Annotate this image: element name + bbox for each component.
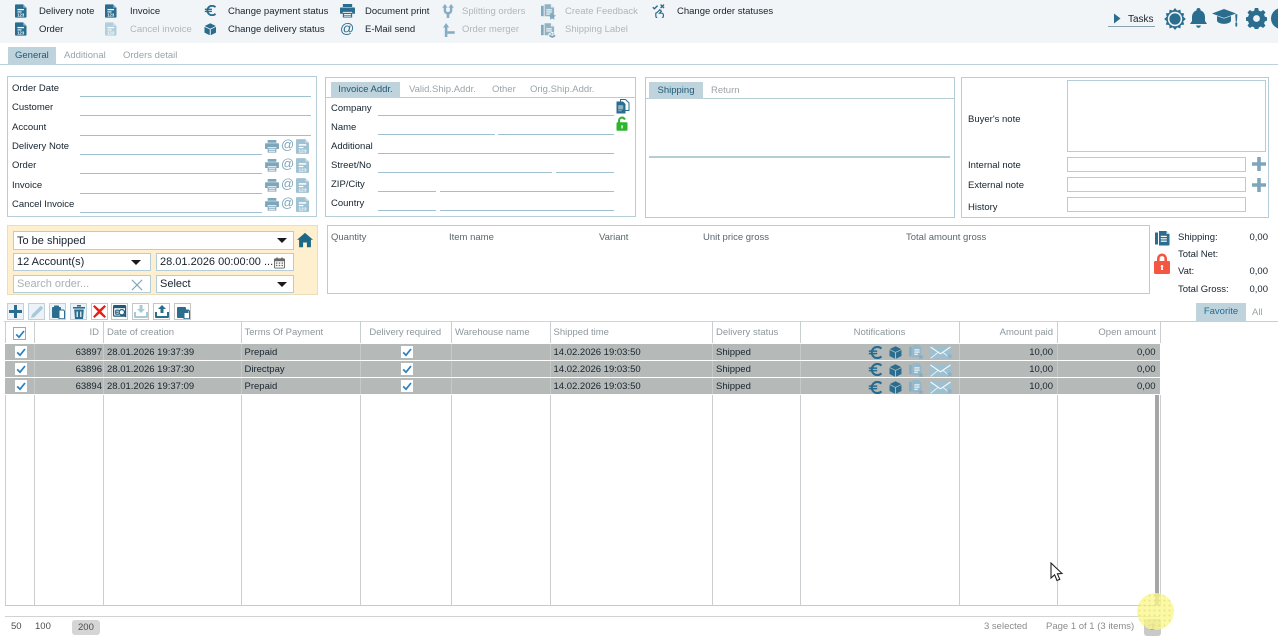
svg-text:123: 123 [298, 207, 306, 212]
svg-text:123: 123 [298, 168, 306, 173]
svg-text:123: 123 [298, 188, 306, 193]
svg-text:123: 123 [17, 12, 25, 17]
svg-text:123: 123 [17, 30, 25, 35]
svg-text:123: 123 [107, 12, 115, 17]
svg-text:123: 123 [298, 149, 306, 154]
svg-text:123: 123 [107, 30, 115, 35]
